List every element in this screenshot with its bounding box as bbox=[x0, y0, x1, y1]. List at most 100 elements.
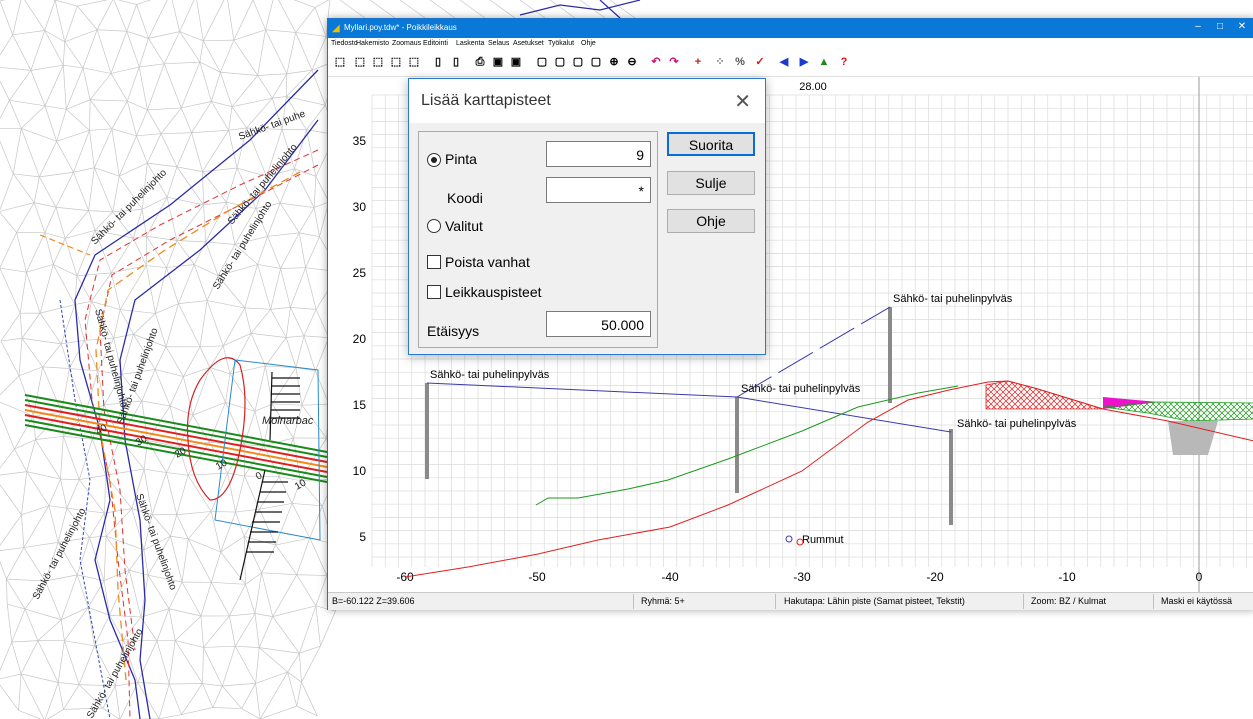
undo-icon[interactable]: ↶ bbox=[648, 54, 664, 70]
mesh-edge bbox=[250, 309, 271, 334]
frame-icon[interactable]: ▣ bbox=[508, 54, 524, 70]
suorita-button[interactable]: Suorita bbox=[667, 132, 755, 156]
mesh-edge bbox=[0, 340, 20, 376]
minimize-button[interactable]: – bbox=[1188, 21, 1208, 32]
map-place-label: Molnarbac bbox=[262, 415, 314, 427]
poista-vanhat-checkbox[interactable] bbox=[427, 255, 441, 269]
mesh-edge bbox=[166, 240, 178, 268]
image-icon[interactable]: ▣ bbox=[490, 54, 506, 70]
menu-tiedosto[interactable]: Tiedosto bbox=[331, 40, 358, 47]
mesh-edge bbox=[206, 300, 224, 346]
copy-point-icon[interactable]: ⬚ bbox=[352, 54, 368, 70]
mesh-edge bbox=[549, 0, 576, 19]
page-icon[interactable]: ▯ bbox=[430, 54, 446, 70]
etaisyys-input[interactable]: 50.000 bbox=[546, 311, 651, 337]
title-bar: ◢ Myllari.poy.tdw* - Poikkileikkaus – □ … bbox=[328, 19, 1253, 38]
menu-ohje[interactable]: Ohje bbox=[581, 40, 596, 47]
valitut-radio[interactable] bbox=[427, 219, 441, 233]
mesh-edge bbox=[265, 337, 287, 367]
point-next-icon[interactable]: ⬚ bbox=[406, 54, 422, 70]
mesh-edge bbox=[0, 267, 27, 273]
close-window-button[interactable]: ✕ bbox=[1232, 21, 1252, 32]
mesh-edge bbox=[286, 32, 296, 74]
menu-zoomaus[interactable]: Zoomaus bbox=[392, 40, 421, 47]
mesh-edge bbox=[140, 608, 170, 618]
zoom-out-icon[interactable]: ⊖ bbox=[624, 54, 640, 70]
map-label: Sähkö- tai puhe bbox=[237, 108, 307, 142]
mesh-edge bbox=[54, 0, 66, 42]
zoom-window-icon[interactable]: ▢ bbox=[552, 54, 568, 70]
mesh-edge bbox=[74, 301, 92, 305]
mesh-edge bbox=[211, 72, 221, 102]
mesh-edge bbox=[272, 605, 316, 617]
help-icon[interactable]: ? bbox=[836, 54, 852, 70]
mesh-edge bbox=[203, 39, 234, 42]
add-point-help-icon[interactable]: + bbox=[690, 54, 706, 70]
mesh-edge bbox=[181, 707, 213, 715]
mesh-edge bbox=[176, 511, 212, 516]
mesh-edge bbox=[226, 167, 238, 203]
mesh-edge bbox=[66, 479, 80, 509]
mesh-edge bbox=[48, 505, 59, 543]
mesh-edge bbox=[18, 366, 43, 377]
zoom-prev-icon[interactable]: ▢ bbox=[570, 54, 586, 70]
zoom-in-icon[interactable]: ⊕ bbox=[606, 54, 622, 70]
y-tick: 25 bbox=[353, 266, 367, 280]
pinta-radio[interactable] bbox=[427, 153, 441, 167]
mesh-edge bbox=[88, 210, 113, 213]
mesh-edge bbox=[20, 640, 39, 675]
koodi-input[interactable]: * bbox=[546, 177, 651, 203]
mesh-edge bbox=[301, 403, 329, 406]
mesh-edge bbox=[34, 202, 57, 208]
menu-hakemisto[interactable]: Hakemisto bbox=[356, 40, 389, 47]
mesh-edge bbox=[0, 267, 21, 314]
mesh-edge bbox=[44, 105, 67, 110]
ohje-button[interactable]: Ohje bbox=[667, 209, 755, 233]
print-icon[interactable]: ⎙ bbox=[472, 54, 488, 70]
pylon-label: Sähkö- tai puhelinpylväs bbox=[893, 293, 1013, 305]
next-section-icon[interactable]: ▶ bbox=[796, 54, 812, 70]
menu-asetukset[interactable]: Asetukset bbox=[513, 40, 544, 47]
mesh-edge bbox=[14, 448, 28, 472]
mesh-edge bbox=[227, 0, 235, 41]
mesh-edge bbox=[261, 544, 276, 573]
mesh-edge bbox=[166, 472, 189, 476]
ratio-icon[interactable]: % bbox=[732, 54, 748, 70]
mesh-edge bbox=[303, 309, 317, 337]
point-list-icon[interactable]: ⬚ bbox=[388, 54, 404, 70]
mesh-edge bbox=[137, 682, 170, 685]
mesh-edge bbox=[168, 683, 182, 715]
mesh-edge bbox=[11, 640, 38, 643]
mesh-edge bbox=[128, 570, 142, 618]
map-label: Sähkö- tai puhelinjohto bbox=[85, 627, 146, 719]
redo-icon[interactable]: ↷ bbox=[666, 54, 682, 70]
previous-section-icon[interactable]: ◀ bbox=[776, 54, 792, 70]
mesh-edge bbox=[44, 65, 64, 106]
maximize-button[interactable]: □ bbox=[1210, 21, 1230, 32]
move-point-icon[interactable]: ⬚ bbox=[370, 54, 386, 70]
menu-tyokalut[interactable]: Työkalut bbox=[548, 40, 574, 47]
mesh-edge bbox=[12, 173, 35, 203]
mesh-edge bbox=[156, 608, 170, 641]
new-point-icon[interactable]: ⬚ bbox=[332, 54, 348, 70]
mesh-edge bbox=[44, 105, 57, 142]
scatter-icon[interactable]: ⁘ bbox=[712, 54, 728, 70]
pylon-label: Sähkö- tai puhelinpylväs bbox=[957, 418, 1077, 430]
x-tick: 0 bbox=[1196, 570, 1203, 584]
page-copy-icon[interactable]: ▯ bbox=[448, 54, 464, 70]
mesh-edge bbox=[93, 128, 113, 168]
check-icon[interactable]: ✓ bbox=[752, 54, 768, 70]
menu-editointi[interactable]: Editointi bbox=[423, 40, 448, 47]
area-icon[interactable]: ▲ bbox=[816, 54, 832, 70]
mesh-edge bbox=[21, 471, 28, 515]
zoom-all-icon[interactable]: ▢ bbox=[534, 54, 550, 70]
menu-selaus[interactable]: Selaus bbox=[488, 40, 509, 47]
zoom-next-icon[interactable]: ▢ bbox=[588, 54, 604, 70]
menu-laskenta[interactable]: Laskenta bbox=[456, 40, 484, 47]
sulje-button[interactable]: Sulje bbox=[667, 171, 755, 195]
dialog-close-icon[interactable]: ✕ bbox=[734, 89, 751, 114]
pinta-input[interactable]: 9 bbox=[546, 141, 651, 167]
leikkauspisteet-checkbox[interactable] bbox=[427, 285, 441, 299]
map-label: Sähkö- tai puhelinjohto bbox=[115, 326, 160, 426]
mesh-edge bbox=[220, 40, 235, 73]
